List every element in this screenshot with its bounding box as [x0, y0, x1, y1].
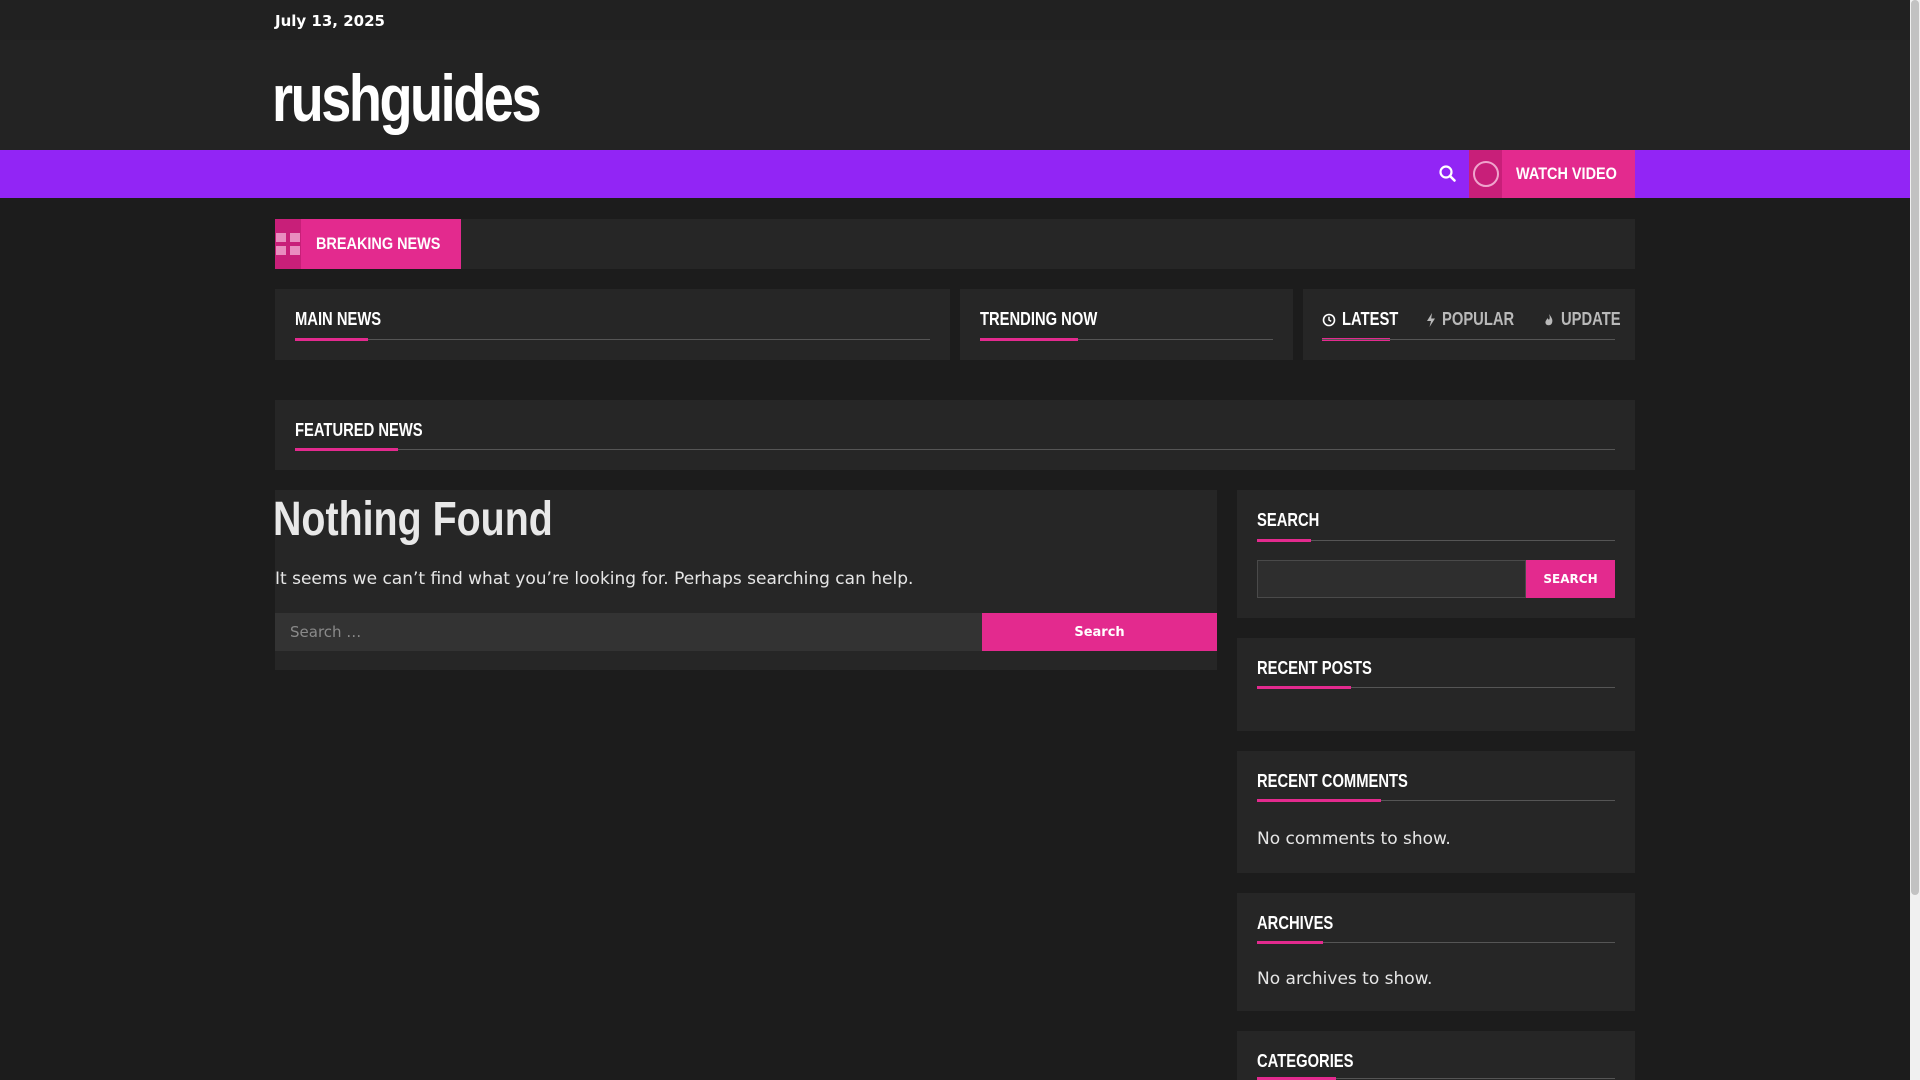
trending-now-accent [980, 338, 1078, 341]
search-widget-accent [1257, 539, 1311, 542]
sidebar-search-input[interactable] [1257, 560, 1526, 598]
main-news-accent [295, 338, 368, 341]
watch-video-label: WATCH VIDEO [1516, 164, 1618, 183]
featured-news-panel [275, 400, 1635, 470]
tab-update[interactable]: UPDATE [1543, 309, 1634, 330]
archives-widget [1237, 893, 1635, 1011]
search-widget-title: SEARCH [1257, 510, 1320, 530]
top-bar: July 13, 2025 [0, 0, 1910, 40]
featured-news-title: FEATURED NEWS [295, 420, 423, 440]
play-circle-icon [1469, 150, 1503, 198]
recent-posts-title: RECENT POSTS [1257, 658, 1372, 678]
tabs-rule [1322, 339, 1615, 340]
recent-comments-accent [1257, 799, 1381, 802]
breaking-news-badge: BREAKING NEWS [275, 219, 461, 269]
archives-accent [1257, 941, 1323, 944]
sidebar-search-button[interactable]: SEARCH [1526, 560, 1615, 598]
categories-title: CATEGORIES [1257, 1051, 1354, 1071]
recent-comments-title: RECENT COMMENTS [1257, 771, 1408, 791]
featured-news-accent [295, 448, 398, 451]
watch-video-button[interactable]: WATCH VIDEO [1469, 150, 1635, 198]
main-news-title: MAIN NEWS [295, 309, 382, 329]
breaking-news-bar: BREAKING NEWS [275, 219, 1635, 269]
tab-update-label: UPDATE [1561, 309, 1621, 329]
recent-comments-empty: No comments to show. [1257, 829, 1451, 849]
recent-posts-accent [1257, 686, 1351, 689]
main-news-rule [295, 339, 930, 340]
tab-latest[interactable]: LATEST [1322, 309, 1411, 330]
grid-icon [275, 219, 301, 269]
recent-posts-widget [1237, 638, 1635, 731]
current-date: July 13, 2025 [275, 12, 385, 30]
tab-popular[interactable]: POPULAR [1426, 309, 1530, 330]
recent-comments-widget [1237, 751, 1635, 873]
trending-now-title: TRENDING NOW [980, 309, 1098, 329]
search-button[interactable]: Search [982, 613, 1217, 651]
breaking-news-label: BREAKING NEWS [316, 234, 441, 253]
clock-icon [1322, 313, 1336, 326]
archives-empty: No archives to show. [1257, 969, 1433, 989]
featured-news-rule [295, 449, 1615, 450]
flame-icon [1545, 313, 1553, 325]
site-header: rushguides [0, 40, 1910, 150]
site-title-link[interactable]: rushguides [272, 60, 542, 136]
search-input[interactable] [275, 613, 982, 651]
page-title: Nothing Found [273, 493, 553, 546]
nothing-found-message: It seems we can’t find what you’re looki… [275, 569, 914, 589]
archives-title: ARCHIVES [1257, 913, 1334, 933]
tab-latest-label: LATEST [1342, 309, 1399, 329]
bolt-icon [1427, 312, 1435, 327]
scrollbar-thumb[interactable] [1911, 0, 1919, 895]
search-icon[interactable] [1436, 162, 1460, 186]
tab-popular-label: POPULAR [1442, 309, 1515, 329]
